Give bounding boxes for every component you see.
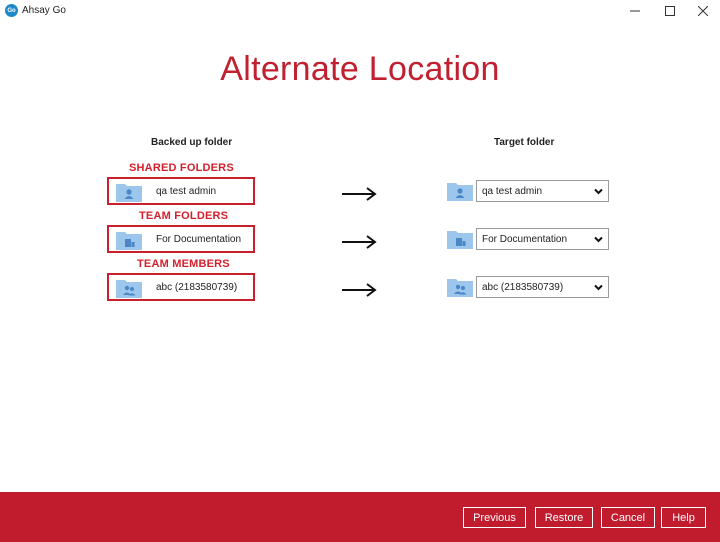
title-bar: Go Ahsay Go [0,0,720,22]
restore-button[interactable]: Restore [535,507,593,528]
backed-up-folder-header: Backed up folder [151,137,233,148]
cancel-button[interactable]: Cancel [601,507,655,528]
target-folder-value: abc (2183580739) [482,282,564,293]
source-folder-shared: qa test admin [107,177,255,205]
minimize-button[interactable] [618,0,652,22]
target-folder-value: qa test admin [482,186,543,197]
source-folder-name: abc (2183580739) [156,282,238,293]
page-title: Alternate Location [220,50,500,88]
team-folder-icon [447,231,473,249]
source-folder-name: qa test admin [156,186,217,197]
app-logo-icon: Go [5,4,18,17]
chevron-down-icon [594,236,603,243]
target-folder-select-team[interactable]: For Documentation [476,228,609,250]
previous-button[interactable]: Previous [463,507,526,528]
maximize-icon [665,6,675,16]
minimize-icon [630,10,640,12]
section-label-team-folders: TEAM FOLDERS [139,210,229,222]
maximize-button[interactable] [653,0,687,22]
team-folder-icon [116,232,142,250]
source-folder-name: For Documentation [156,234,242,245]
close-button[interactable] [686,0,720,22]
source-folder-team: For Documentation [107,225,255,253]
section-label-team-members: TEAM MEMBERS [137,258,230,270]
window-title: Ahsay Go [22,5,66,16]
target-folder-select-member[interactable]: abc (2183580739) [476,276,609,298]
target-folder-select-shared[interactable]: qa test admin [476,180,609,202]
chevron-down-icon [594,284,603,291]
shared-folder-icon [447,183,473,201]
arrow-right-icon [342,283,377,297]
close-icon [698,6,708,16]
section-label-shared-folders: SHARED FOLDERS [129,162,234,174]
arrow-right-icon [342,235,377,249]
target-folder-header: Target folder [494,137,555,148]
source-folder-member: abc (2183580739) [107,273,255,301]
chevron-down-icon [594,188,603,195]
arrow-right-icon [342,187,377,201]
shared-folder-icon [116,184,142,202]
help-button[interactable]: Help [661,507,706,528]
target-folder-value: For Documentation [482,234,568,245]
team-member-folder-icon [447,279,473,297]
team-member-folder-icon [116,280,142,298]
